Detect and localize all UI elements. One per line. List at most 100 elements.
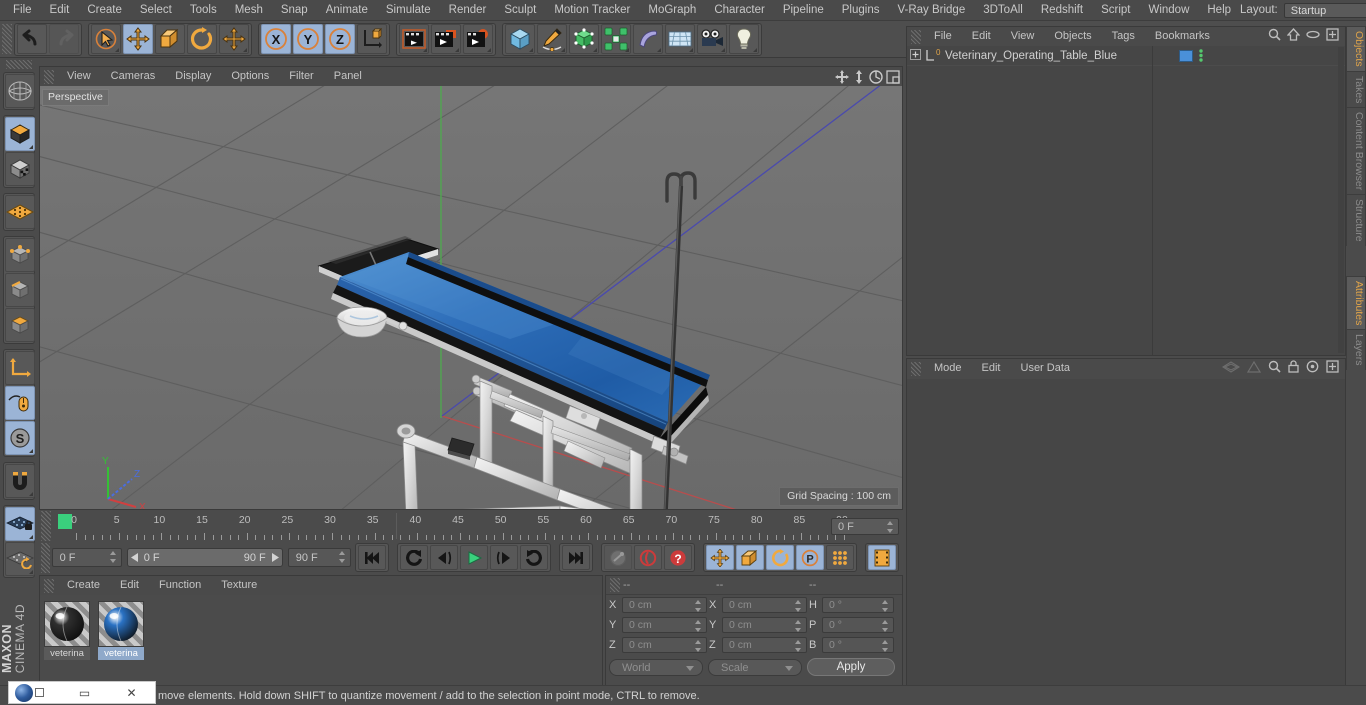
size-y-field[interactable]: 0 cm	[722, 617, 807, 633]
object-menu-tags[interactable]: Tags	[1102, 27, 1145, 46]
keyframe-selection-button[interactable]: ?	[664, 545, 692, 570]
menu-item-pipeline[interactable]: Pipeline	[774, 0, 833, 21]
interpolation-icon[interactable]	[1221, 360, 1241, 378]
viewport-grip[interactable]	[44, 69, 54, 84]
viewport-menu-display[interactable]: Display	[165, 67, 221, 86]
material-menu-edit[interactable]: Edit	[110, 576, 149, 595]
viewport-menu-view[interactable]: View	[57, 67, 101, 86]
viewport-menu-options[interactable]: Options	[221, 67, 279, 86]
object-manager-scrollbar[interactable]	[1338, 47, 1344, 353]
attributes-menu-edit[interactable]: Edit	[972, 359, 1011, 378]
app-icon-group[interactable]	[9, 683, 61, 702]
previous-key-button[interactable]	[400, 545, 428, 570]
frame-start-field[interactable]: 0 F	[51, 548, 122, 567]
timeline-view-button[interactable]	[868, 545, 896, 570]
spinner-icon[interactable]	[339, 551, 346, 563]
world-axis-button[interactable]	[357, 24, 387, 54]
toolbar-grip[interactable]	[2, 24, 12, 54]
playback-grip[interactable]	[41, 542, 50, 573]
frame-end-field[interactable]: 90 F	[287, 548, 351, 567]
object-menu-objects[interactable]: Objects	[1044, 27, 1101, 46]
play-button[interactable]	[460, 545, 488, 570]
move-axis-button[interactable]	[219, 24, 249, 54]
next-key-button[interactable]	[520, 545, 548, 570]
material-item[interactable]: veterina	[44, 601, 90, 660]
menu-item-edit[interactable]: Edit	[41, 0, 79, 21]
record-active-objects-button[interactable]	[604, 545, 632, 570]
expand-toggle-icon[interactable]	[910, 47, 921, 65]
menu-item-script[interactable]: Script	[1092, 0, 1139, 21]
coordinate-mode-dropdown[interactable]: Scale	[708, 658, 802, 676]
object-menu-file[interactable]: File	[924, 27, 962, 46]
material-grip[interactable]	[44, 578, 54, 593]
snap-settings-icon[interactable]: S	[5, 421, 35, 455]
mograph-button[interactable]	[601, 24, 631, 54]
rotate-tool-button[interactable]	[187, 24, 217, 54]
perspective-viewport[interactable]: View Cameras Display Options Filter Panel	[39, 66, 903, 510]
spinner-icon[interactable]	[695, 640, 702, 652]
menu-item-mograph[interactable]: MoGraph	[639, 0, 705, 21]
side-tab-layers[interactable]: Layers	[1346, 329, 1366, 370]
model-mode-icon[interactable]	[5, 117, 35, 151]
side-tab-takes[interactable]: Takes	[1346, 70, 1366, 108]
material-menu-function[interactable]: Function	[149, 576, 211, 595]
deformer-button[interactable]	[633, 24, 663, 54]
lock-icon[interactable]	[1288, 359, 1299, 378]
menu-item-plugins[interactable]: Plugins	[833, 0, 889, 21]
spinner-icon[interactable]	[795, 600, 802, 612]
left-toolbar-grip[interactable]	[6, 60, 32, 69]
menu-item-mesh[interactable]: Mesh	[226, 0, 272, 21]
record-rotation-button[interactable]	[766, 545, 794, 570]
restore-window-icon[interactable]	[35, 688, 44, 697]
menu-item-character[interactable]: Character	[705, 0, 774, 21]
record-params-button[interactable]	[826, 545, 854, 570]
redo-button[interactable]	[49, 24, 79, 54]
expand-icon[interactable]	[1326, 359, 1339, 378]
axis-y-button[interactable]: Y	[293, 24, 323, 54]
object-menu-view[interactable]: View	[1001, 27, 1045, 46]
go-to-end-button[interactable]	[562, 545, 590, 570]
workplane-rotate-icon[interactable]	[5, 542, 35, 576]
side-tab-content-browser[interactable]: Content Browser	[1346, 107, 1366, 195]
home-icon[interactable]	[1286, 27, 1301, 46]
record-position-button[interactable]	[706, 545, 734, 570]
menu-item-redshift[interactable]: Redshift	[1032, 0, 1092, 21]
move-tool-button[interactable]	[123, 24, 153, 54]
spinner-icon[interactable]	[882, 620, 889, 632]
minimize-button[interactable]: ▭	[61, 686, 108, 700]
side-tab-structure[interactable]: Structure	[1346, 194, 1366, 246]
camera-button[interactable]	[697, 24, 727, 54]
material-tag[interactable]	[1179, 49, 1193, 62]
texture-mode-icon[interactable]	[5, 152, 35, 186]
tag-dots-icon[interactable]	[1197, 49, 1205, 62]
spinner-icon[interactable]	[882, 600, 889, 612]
spinner-icon[interactable]	[887, 520, 894, 533]
points-mode-icon[interactable]	[5, 238, 35, 272]
size-z-field[interactable]: 0 cm	[722, 637, 807, 653]
menu-item-select[interactable]: Select	[131, 0, 181, 21]
triangle-icon[interactable]	[1246, 360, 1262, 378]
side-tab-attributes[interactable]: Attributes	[1346, 275, 1366, 330]
orbit-icon[interactable]	[869, 69, 883, 84]
material-item[interactable]: veterina	[98, 601, 144, 660]
spline-pen-button[interactable]	[537, 24, 567, 54]
spinner-icon[interactable]	[882, 640, 889, 652]
points-grid-icon[interactable]	[5, 195, 35, 229]
apply-button[interactable]: Apply	[807, 658, 895, 676]
record-scale-button[interactable]	[736, 545, 764, 570]
menu-item-create[interactable]: Create	[78, 0, 131, 21]
rotation-p-field[interactable]: 0 °	[822, 617, 894, 633]
attributes-grip[interactable]	[911, 361, 921, 376]
current-frame-field[interactable]: 0 F	[831, 517, 899, 535]
menu-item-render[interactable]: Render	[440, 0, 496, 21]
spinner-icon[interactable]	[695, 620, 702, 632]
go-to-start-button[interactable]	[358, 545, 386, 570]
position-z-field[interactable]: 0 cm	[622, 637, 707, 653]
spinner-icon[interactable]	[795, 620, 802, 632]
timeline-grip[interactable]	[41, 511, 51, 541]
menu-item-v-ray-bridge[interactable]: V-Ray Bridge	[888, 0, 974, 21]
workplane-lock-icon[interactable]	[5, 507, 35, 541]
coordinates-grip[interactable]	[610, 578, 620, 592]
spinner-icon[interactable]	[109, 551, 117, 563]
step-forward-button[interactable]	[490, 545, 518, 570]
